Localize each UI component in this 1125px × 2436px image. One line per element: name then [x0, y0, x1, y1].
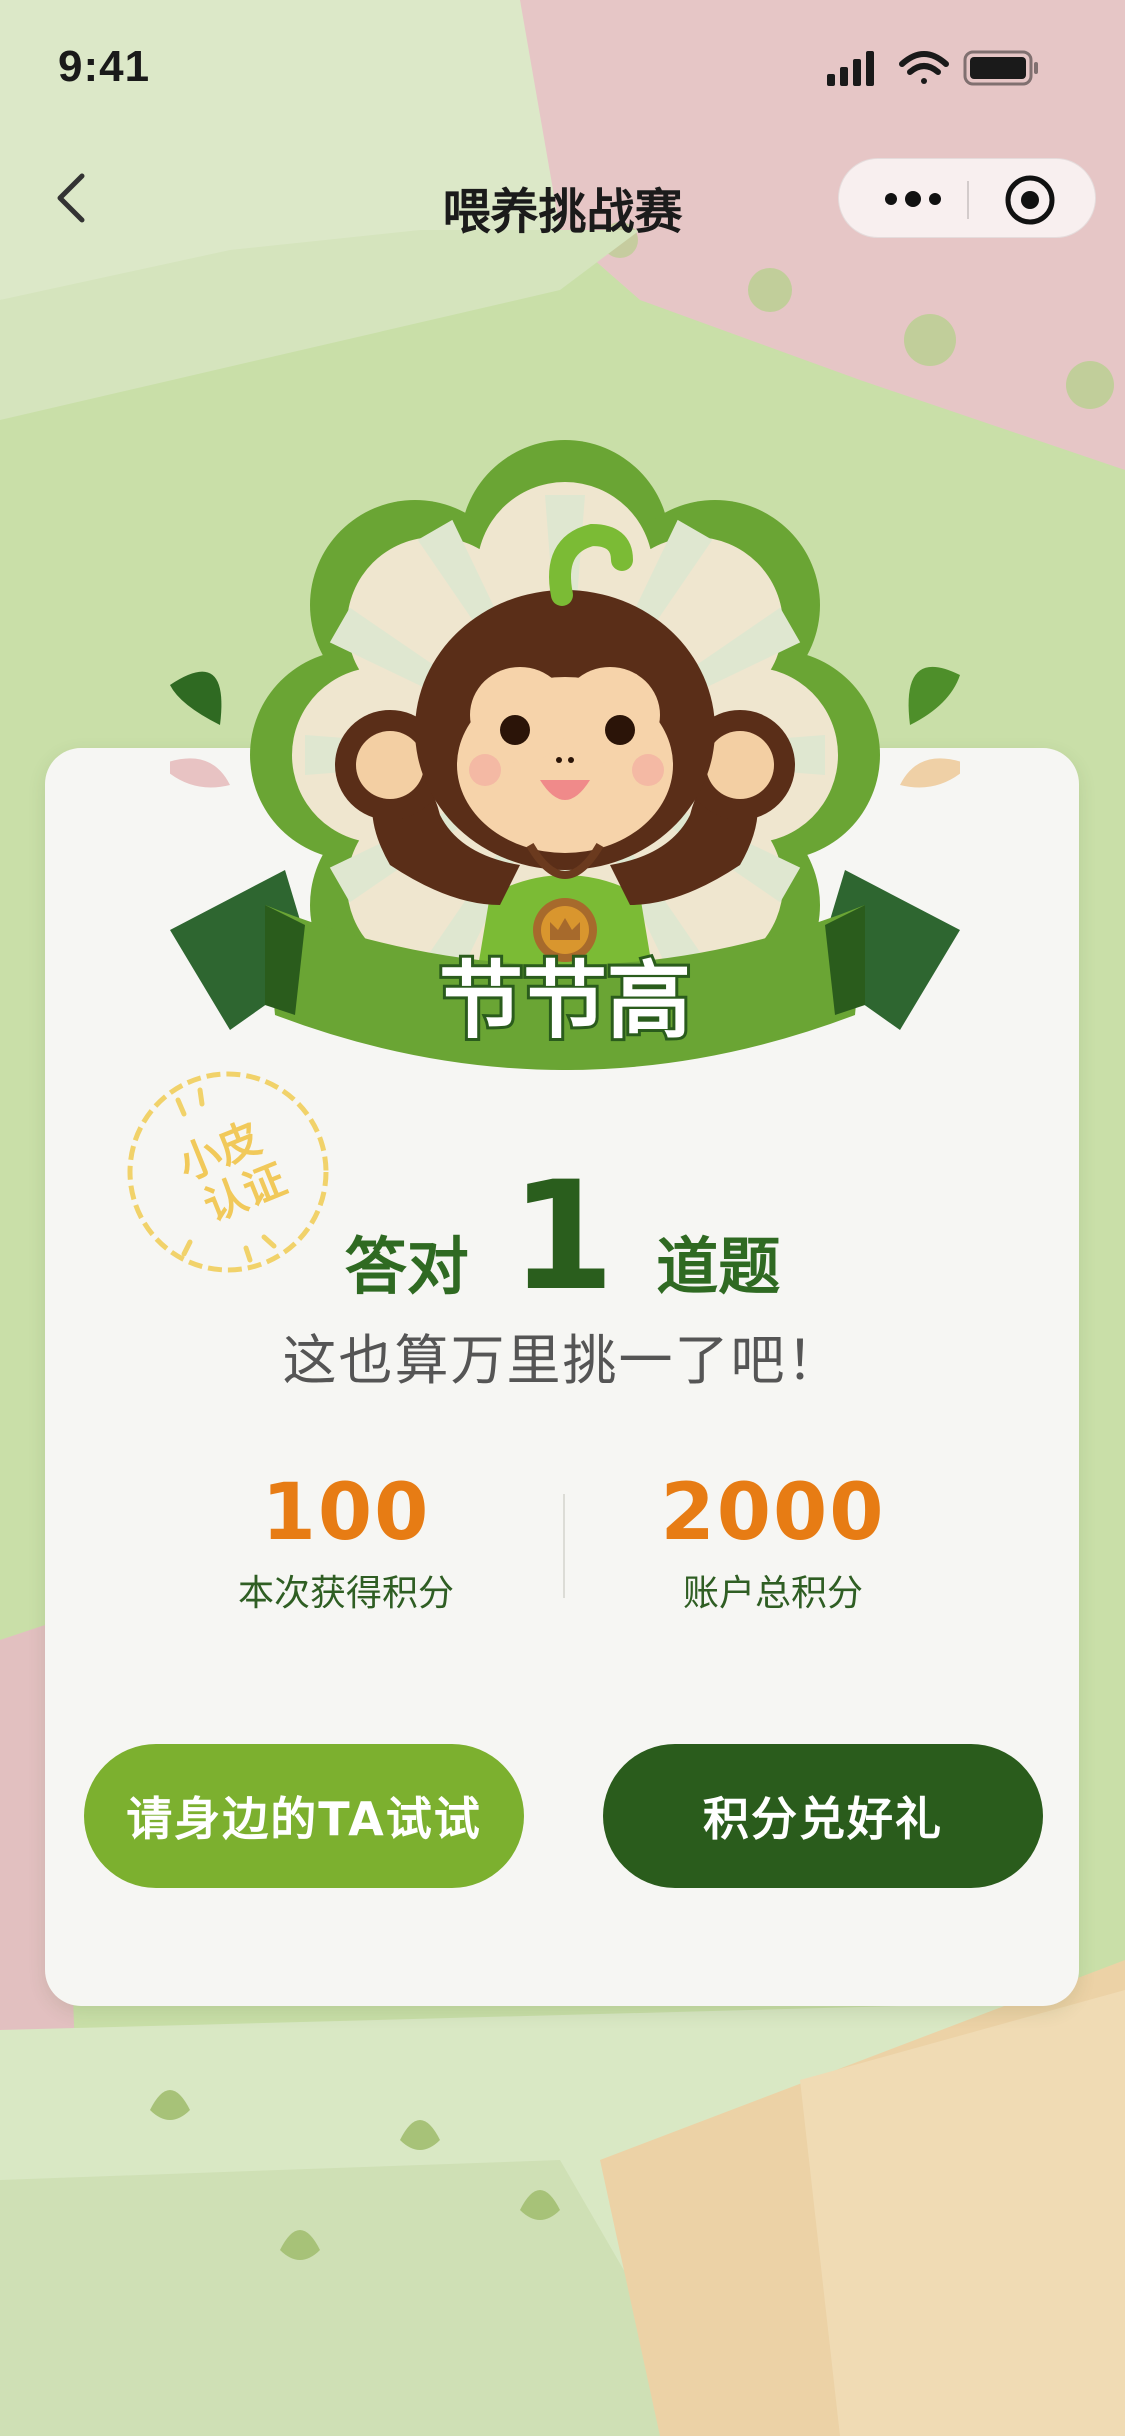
- correct-count: 1: [510, 1150, 615, 1324]
- status-bar: 9:41: [0, 0, 1125, 132]
- stats-divider: [563, 1494, 565, 1598]
- result-subtitle: 这也算万里挑一了吧！: [282, 1329, 843, 1392]
- more-options-icon[interactable]: [873, 179, 953, 219]
- total-points-stat: 2000 账户总积分: [573, 1468, 973, 1616]
- invite-friend-button[interactable]: 请身边的TA试试: [84, 1744, 524, 1888]
- answer-tail-text: 道题: [656, 1230, 781, 1303]
- navigation-bar: 喂养挑战赛: [0, 132, 1125, 264]
- wifi-icon: [899, 51, 949, 84]
- close-mini-program-icon[interactable]: [1003, 173, 1057, 227]
- badge-ribbon-text: 节节高: [439, 952, 691, 1050]
- earned-points-stat: 100 本次获得积分: [146, 1468, 546, 1616]
- answer-lead-text: 答对: [344, 1230, 469, 1303]
- total-points-value: 2000: [660, 1468, 886, 1558]
- battery-icon: [963, 50, 1038, 86]
- earned-points-value: 100: [261, 1468, 431, 1558]
- status-time: 9:41: [58, 42, 151, 91]
- redeem-points-button[interactable]: 积分兑好礼: [603, 1744, 1043, 1888]
- status-icons: [827, 50, 1038, 86]
- total-points-label: 账户总积分: [682, 1573, 863, 1614]
- capsule-divider: [967, 181, 969, 219]
- earned-points-label: 本次获得积分: [237, 1573, 454, 1614]
- monkey-badge-illustration: 节节高: [170, 440, 960, 1070]
- mini-program-capsule: [838, 158, 1096, 238]
- cellular-signal-icon: [827, 51, 874, 86]
- answer-summary: 答对 1 道题: [0, 1150, 1125, 1324]
